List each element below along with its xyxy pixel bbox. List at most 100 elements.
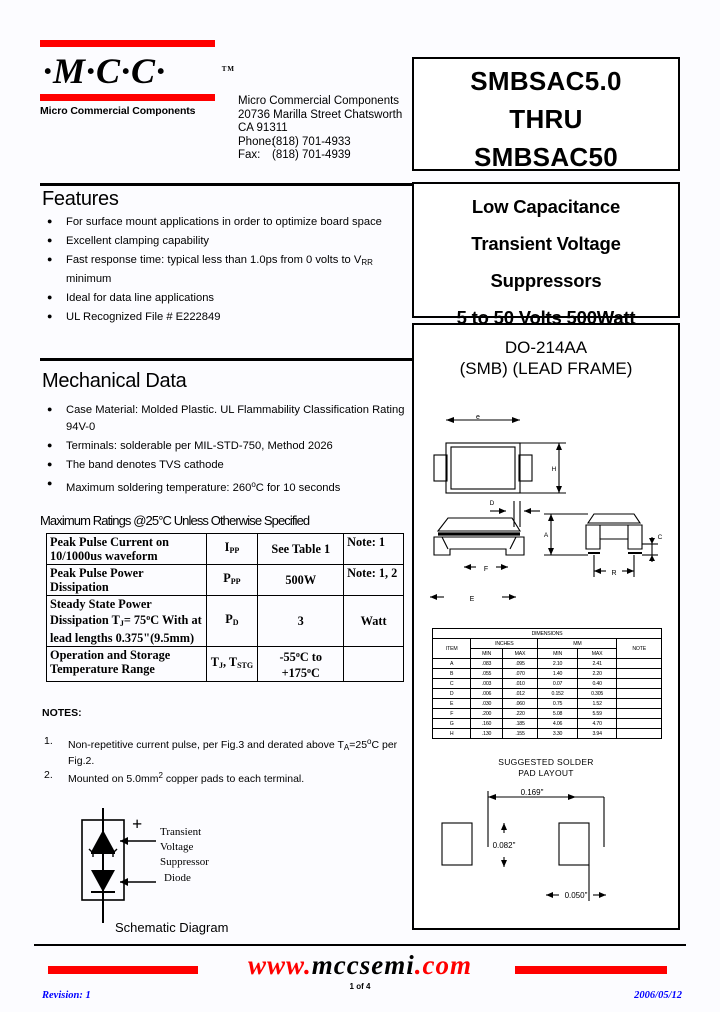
- website-url[interactable]: www.mccsemi.com: [0, 950, 720, 981]
- dims-row: E .030.060 0.75 1.52: [431, 698, 662, 709]
- svg-text:D: D: [490, 500, 495, 507]
- dims-cell-mm-min: 0.07: [537, 678, 578, 689]
- dims-cell-mm-min: 0.152: [537, 688, 578, 699]
- dims-cell-mm-max: 4.70: [576, 718, 618, 729]
- company-address: Micro Commercial Components 20736 Marill…: [238, 95, 402, 163]
- svg-text:0.082": 0.082": [493, 841, 516, 850]
- rating-value: 3: [257, 595, 345, 647]
- svg-text:e: e: [476, 414, 480, 421]
- dims-cell-item: E: [431, 698, 472, 709]
- mcc-logo: ·M·C·C· TM Micro Commercial Components: [40, 40, 234, 117]
- dims-cell-mm-min: 3.30: [537, 728, 578, 739]
- table-row: Peak Pulse Current on 10/1000us waveform…: [46, 533, 404, 565]
- trademark-symbol: TM: [221, 65, 235, 73]
- rating-symbol: TJ, TSTG: [205, 646, 259, 682]
- dims-cell-in-min: .030: [470, 698, 503, 709]
- logo-wordmark-text: ·M·C·C·: [43, 51, 167, 91]
- dims-cell-note: [616, 678, 662, 689]
- note-text: Non-repetitive current pulse, per Fig.3 …: [68, 737, 398, 767]
- url-part-tld: .com: [414, 950, 472, 980]
- dims-row: B .055.070 1.40 2.20: [431, 668, 662, 679]
- svg-text:R: R: [611, 570, 616, 577]
- dims-cell-mm-min: 2.10: [537, 658, 578, 669]
- dims-cell-item: B: [431, 668, 472, 679]
- address-city: CA 91311: [238, 122, 288, 135]
- rating-value: 500W: [257, 564, 345, 596]
- address-fax: Fax: (818) 701-4939: [238, 149, 402, 163]
- features-divider: [40, 183, 412, 186]
- mechanical-item: Maximum soldering temperature: 260oC for…: [44, 475, 412, 497]
- dims-row: A .083.095 2.10 2.41: [431, 658, 662, 669]
- part-number-line1: SMBSAC5.0: [470, 66, 622, 96]
- dims-cell-mm-max: 0.305: [576, 688, 618, 699]
- package-title-line1: DO-214AA: [504, 338, 588, 357]
- maximum-ratings-table: Peak Pulse Current on 10/1000us waveform…: [46, 533, 404, 682]
- features-heading: Features: [42, 188, 119, 210]
- rating-unit: [343, 646, 404, 682]
- table-row: Steady State Power Dissipation TJ= 75oC …: [46, 595, 404, 647]
- phone-value: (818) 701-4933: [272, 135, 351, 148]
- dims-cell-note: [616, 708, 662, 719]
- logo-subtitle: Micro Commercial Components: [40, 105, 196, 117]
- dims-col-in-max: MAX: [501, 648, 539, 659]
- dims-title: DIMENSIONS: [432, 628, 662, 639]
- dims-cell-in-min: .200: [470, 708, 503, 719]
- package-outline-box: DO-214AA (SMB) (LEAD FRAME) e H D F E A …: [412, 323, 680, 930]
- dims-cell-item: F: [431, 708, 472, 719]
- dims-cell-item: D: [431, 688, 472, 699]
- revision-label: Revision: 1: [42, 990, 91, 1001]
- logo-bar-top: [40, 40, 215, 47]
- dims-cell-in-min: .055: [470, 668, 503, 679]
- notes-heading: NOTES:: [42, 707, 82, 719]
- note-item: 1. Non-repetitive current pulse, per Fig.…: [42, 735, 402, 768]
- dims-col-mm-max: MAX: [576, 648, 618, 659]
- mechanical-list: Case Material: Molded Plastic. UL Flamma…: [44, 401, 412, 499]
- max-ratings-caption: Maximum Ratings @25°C Unless Otherwise S…: [40, 513, 310, 528]
- dims-cell-item: G: [431, 718, 472, 729]
- dims-cell-in-min: .003: [470, 678, 503, 689]
- dims-cell-in-min: .006: [470, 688, 503, 699]
- note-number: 1.: [44, 735, 53, 747]
- dimensions-table: DIMENSIONS ITEM INCHES MM NOTE MIN MAX MIN MAX A…: [431, 628, 662, 739]
- rating-unit: Note: 1: [343, 533, 404, 565]
- dims-cell-in-max: .095: [501, 658, 539, 669]
- dims-row: H .130.155 3.30 3.94: [431, 728, 662, 739]
- dims-cell-mm-max: 2.20: [576, 668, 618, 679]
- footer-divider: [34, 944, 686, 946]
- page-number: 1 of 4: [349, 982, 371, 991]
- dims-cell-in-max: .070: [501, 668, 539, 679]
- document-date: 2006/05/12: [634, 990, 682, 1001]
- table-row: Peak Pulse Power Dissipation PPP 500W Note:…: [46, 564, 404, 596]
- dims-cell-in-max: .185: [501, 718, 539, 729]
- pad-layout-svg: 0.169" 0.082" 0.050": [441, 788, 606, 901]
- dims-cell-mm-max: 2.41: [576, 658, 618, 669]
- dims-group-row: ITEM INCHES MM NOTE: [431, 638, 662, 659]
- dims-cell-note: [616, 688, 662, 699]
- note-item: 2. Mounted on 5.0mm2 copper pads to each …: [42, 769, 402, 787]
- rating-value: See Table 1: [257, 533, 345, 565]
- feature-item: For surface mount applications in order …: [44, 213, 412, 231]
- schematic-plus-sign: +: [132, 814, 143, 834]
- pad-layout-title: SUGGESTED SOLDER PAD LAYOUT: [414, 757, 678, 779]
- rating-symbol: IPP: [205, 533, 259, 565]
- dims-cell-mm-max: 5.59: [576, 708, 618, 719]
- feature-item: Ideal for data line applications: [44, 289, 412, 307]
- notes-list: 1. Non-repetitive current pulse, per Fig.…: [42, 735, 402, 788]
- dims-cell-in-min: .083: [470, 658, 503, 669]
- rating-parameter: Peak Pulse Power Dissipation: [46, 564, 207, 596]
- note-number: 2.: [44, 769, 53, 781]
- dims-group-inches: INCHES: [470, 638, 539, 649]
- mechanical-item: Terminals: solderable per MIL-STD-750, M…: [44, 437, 412, 455]
- application-box: Low Capacitance Transient Voltage Suppre…: [412, 182, 680, 328]
- svg-text:F: F: [484, 566, 488, 573]
- dims-cell-mm-max: 1.52: [576, 698, 618, 709]
- logo-wordmark: ·M·C·C· TM: [40, 49, 234, 93]
- dims-cell-item: H: [431, 728, 472, 739]
- dims-cell-in-min: .160: [470, 718, 503, 729]
- dims-row: D .006.012 0.152 0.305: [431, 688, 662, 699]
- rating-parameter: Steady State Power Dissipation TJ= 75oC …: [46, 595, 207, 647]
- address-phone: Phone:(818) 701-4933: [238, 136, 402, 150]
- dims-col-note: NOTE: [616, 638, 662, 659]
- dims-cell-mm-max: 3.94: [576, 728, 618, 739]
- dims-row: C .003.010 0.07 0.40: [431, 678, 662, 689]
